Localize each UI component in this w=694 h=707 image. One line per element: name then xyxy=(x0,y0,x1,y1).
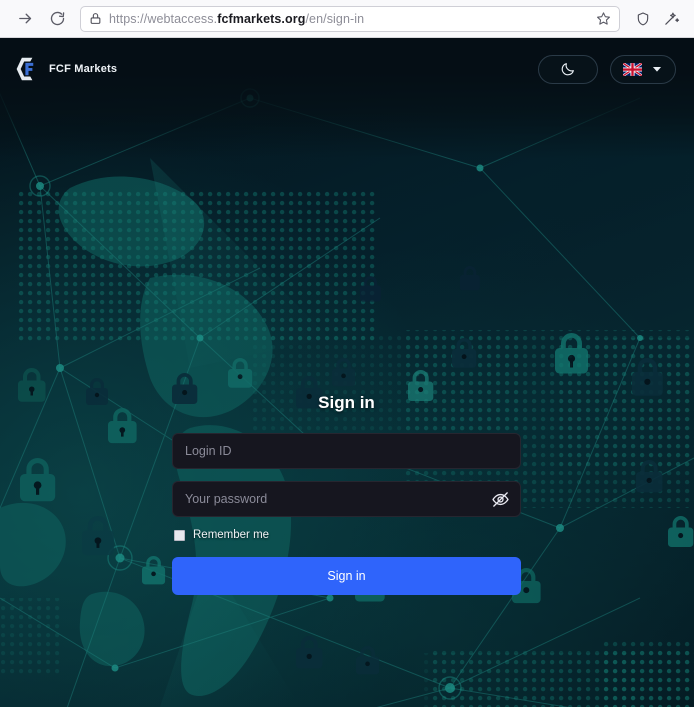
shield-icon xyxy=(637,11,649,25)
sign-in-button[interactable]: Sign in xyxy=(172,557,521,595)
fcf-hexagon-logo-icon xyxy=(16,57,34,81)
extension-button[interactable] xyxy=(658,6,684,32)
brand-logo[interactable]: FCF Markets xyxy=(14,55,117,83)
brand-name: FCF Markets xyxy=(49,63,118,75)
login-id-input[interactable] xyxy=(173,434,520,468)
header-controls xyxy=(538,54,676,84)
remember-me-row[interactable]: Remember me xyxy=(174,529,521,541)
theme-toggle-button[interactable] xyxy=(538,54,598,84)
remember-me-checkbox[interactable] xyxy=(174,529,185,541)
address-bar[interactable]: https://webtaccess.fcfmarkets.org/en/sig… xyxy=(80,5,620,32)
forward-button[interactable] xyxy=(10,4,40,34)
login-id-field[interactable] xyxy=(172,433,521,469)
url-domain: fcfmarkets.org xyxy=(217,11,306,26)
tracking-protection-button[interactable] xyxy=(630,6,656,32)
uk-flag-icon xyxy=(622,62,642,76)
language-selector[interactable] xyxy=(610,54,676,84)
sign-in-form: Sign in Remember me Sign in xyxy=(172,393,521,595)
arrow-right-icon xyxy=(18,13,31,24)
star-icon xyxy=(596,12,610,25)
password-input[interactable] xyxy=(173,482,486,516)
sparkle-wand-icon xyxy=(664,12,679,25)
sign-in-page: FCF Markets Sign in Login ID Remember me… xyxy=(0,38,694,707)
toggle-password-visibility-button[interactable] xyxy=(486,482,520,516)
eye-off-icon xyxy=(491,491,509,507)
reload-button[interactable] xyxy=(42,4,72,34)
chevron-down-icon xyxy=(652,66,661,72)
page-title: Sign in xyxy=(318,393,375,412)
remember-me-label: Remember me xyxy=(193,529,270,541)
bookmark-button[interactable] xyxy=(593,9,613,29)
site-header: FCF Markets xyxy=(0,38,694,100)
url-path: /en/sign-in xyxy=(305,11,365,26)
padlock-icon xyxy=(90,13,101,24)
url-text: https://webtaccess.fcfmarkets.org/en/sig… xyxy=(109,12,586,26)
browser-toolbar: https://webtaccess.fcfmarkets.org/en/sig… xyxy=(0,0,694,38)
password-field[interactable] xyxy=(172,481,521,517)
reload-icon xyxy=(50,11,64,26)
moon-icon xyxy=(561,63,574,76)
url-prefix: https://webtaccess. xyxy=(109,11,218,26)
